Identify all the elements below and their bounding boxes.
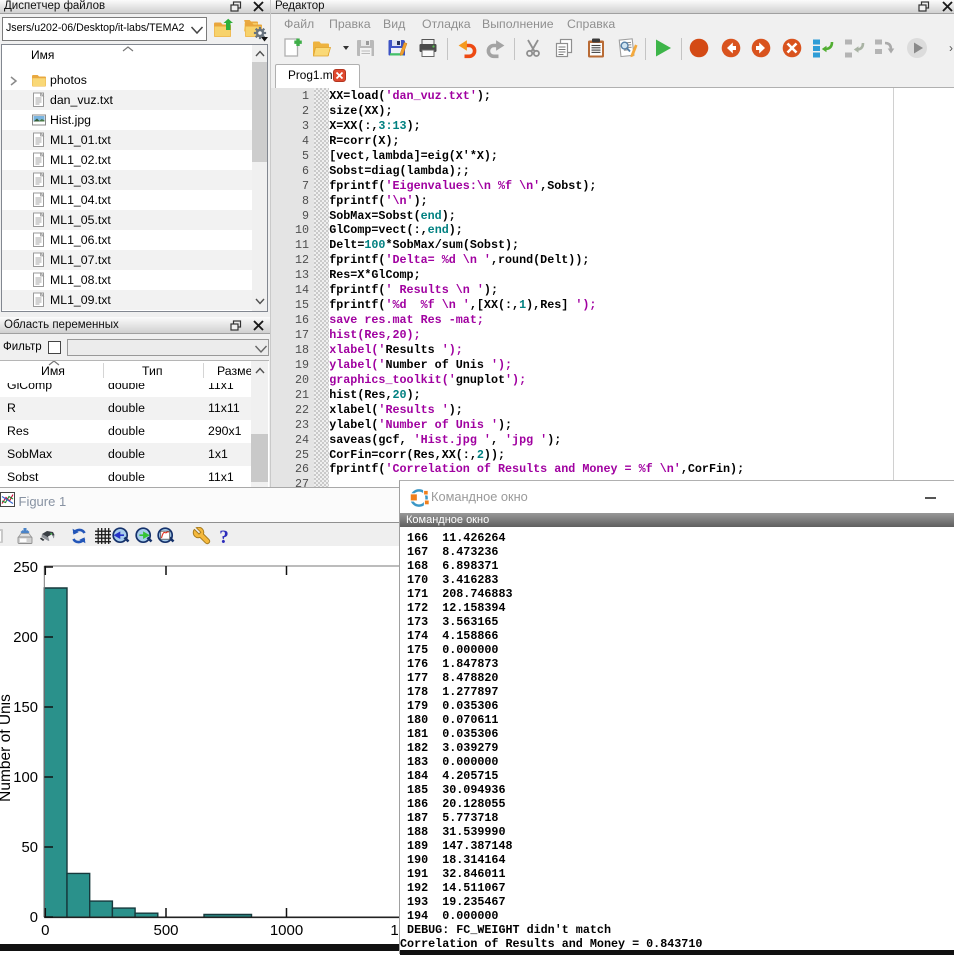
svg-text:50: 50 [22,840,38,856]
svg-text:?: ? [219,527,229,547]
svg-text:0: 0 [30,910,38,926]
svg-text:200: 200 [13,630,38,646]
svg-text:Number of Unis: Number of Unis [0,694,14,802]
svg-text:100: 100 [13,770,38,786]
svg-text:1000: 1000 [270,922,303,939]
svg-text:150: 150 [13,700,38,716]
svg-text:500: 500 [153,922,178,939]
svg-text:0: 0 [41,922,49,939]
svg-text:250: 250 [13,560,38,576]
